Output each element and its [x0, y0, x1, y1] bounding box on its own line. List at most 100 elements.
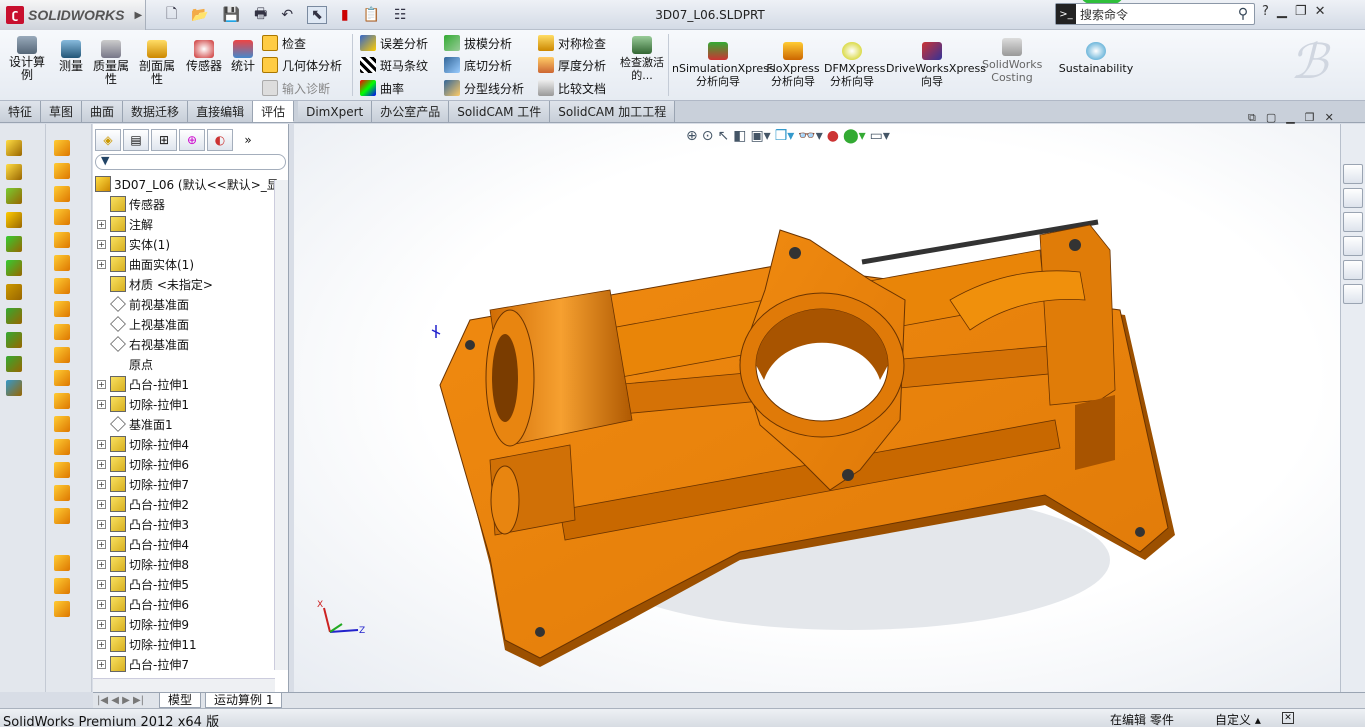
dome-icon[interactable] — [54, 393, 70, 409]
tab-9[interactable]: SolidCAM 加工工程 — [550, 101, 676, 122]
previous-view-icon[interactable]: ↖ — [717, 128, 729, 144]
view-palette-icon[interactable] — [1343, 236, 1363, 256]
tree-item[interactable]: + 切除-拉伸7 — [93, 474, 189, 494]
draft-icon[interactable] — [54, 324, 70, 340]
deviation-analysis-button[interactable]: 误差分析 — [360, 34, 428, 52]
smart-fastener-icon[interactable] — [6, 284, 22, 300]
custom-properties-icon[interactable] — [1343, 284, 1363, 304]
zoom-to-fit-icon[interactable]: ⊕ — [686, 128, 698, 144]
units-selector[interactable]: 自定义 ▴ — [1215, 711, 1261, 727]
floxpress-button[interactable]: FloXpress 分析向导 — [766, 42, 820, 88]
featuremanager-tab-icon[interactable]: ◈ — [95, 129, 121, 151]
search-box[interactable]: >_ 搜索命令 ⚲ — [1055, 3, 1255, 25]
tree-vertical-scrollbar[interactable] — [274, 180, 288, 670]
component-icon[interactable] — [6, 140, 22, 156]
tab-model[interactable]: 模型 — [159, 693, 202, 708]
file-explorer-icon[interactable] — [1343, 212, 1363, 232]
shell-icon[interactable] — [54, 301, 70, 317]
tree-item[interactable]: + 凸台-拉伸4 — [93, 534, 189, 554]
section-properties-button[interactable]: 剖面属性 — [136, 40, 178, 86]
status-toggle-icon[interactable]: ✕ — [1282, 712, 1294, 724]
expand-icon[interactable]: + — [97, 519, 106, 529]
symmetry-check-button[interactable]: 对称检查 — [538, 34, 606, 52]
assembly-icon[interactable] — [6, 260, 22, 276]
curve-icon[interactable] — [6, 356, 22, 372]
tree-item[interactable]: + 切除-拉伸9 — [93, 614, 189, 634]
expand-icon[interactable]: + — [97, 499, 106, 509]
tree-item[interactable]: + 切除-拉伸6 — [93, 454, 189, 474]
tab-6[interactable]: DimXpert — [298, 101, 373, 122]
view-orientation-icon[interactable]: ▣▾ — [750, 128, 770, 144]
check-active-button[interactable]: 检查激活的... — [620, 36, 664, 82]
measure-button[interactable]: 测量 — [56, 40, 86, 73]
hide-show-icon[interactable]: 👓▾ — [798, 128, 822, 144]
print-icon[interactable]: 🖶 — [254, 3, 267, 27]
curvature-button[interactable]: 曲率 — [360, 79, 404, 97]
propertymanager-tab-icon[interactable]: ▤ — [123, 129, 149, 151]
expand-panel-icon[interactable]: » — [235, 129, 261, 151]
expand-icon[interactable]: + — [97, 539, 106, 549]
explode-icon[interactable] — [6, 236, 22, 252]
thickness-analysis-button[interactable]: 厚度分析 — [538, 56, 606, 74]
cascade-icon[interactable]: ▢ — [1266, 111, 1276, 125]
tab-0[interactable]: 特征 — [0, 101, 42, 122]
rebuild-icon[interactable]: ▮ — [341, 7, 349, 23]
tab-8[interactable]: SolidCAM 工件 — [449, 101, 551, 122]
tree-item[interactable]: + 切除-拉伸4 — [93, 434, 189, 454]
expand-icon[interactable]: + — [97, 579, 106, 589]
tab-3[interactable]: 数据迁移 — [123, 101, 189, 122]
move-icon[interactable] — [6, 212, 22, 228]
restore-icon[interactable]: ❐ — [1295, 4, 1307, 19]
design-library-icon[interactable] — [1343, 188, 1363, 208]
doc-close-icon[interactable]: ✕ — [1325, 111, 1334, 125]
options-icon[interactable]: ☷ — [394, 7, 407, 23]
expand-icon[interactable]: + — [97, 379, 106, 389]
tab-7[interactable]: 办公室产品 — [372, 101, 450, 122]
statistics-button[interactable]: 统计 — [228, 40, 258, 73]
tree-item[interactable]: + 凸台-拉伸5 — [93, 574, 189, 594]
scale-icon[interactable] — [54, 508, 70, 524]
expand-icon[interactable]: + — [97, 219, 106, 229]
appearances-icon[interactable] — [1343, 260, 1363, 280]
tree-item[interactable]: 基准面1 — [93, 414, 173, 434]
insert-part-icon[interactable] — [6, 164, 22, 180]
section-view-icon[interactable]: ◧ — [733, 128, 746, 144]
expand-icon[interactable]: + — [97, 619, 106, 629]
flex-icon[interactable] — [54, 462, 70, 478]
tab-scroll-arrows-icon[interactable]: |◀ ◀ ▶ ▶| — [93, 695, 155, 706]
costing-button[interactable]: SolidWorks Costing — [982, 38, 1042, 84]
driveworksxpress-button[interactable]: DriveWorksXpress 向导 — [886, 42, 986, 88]
cut-icon[interactable] — [54, 578, 70, 594]
mirror-icon[interactable] — [54, 416, 70, 432]
revolve-icon[interactable] — [54, 163, 70, 179]
doc-minimize-icon[interactable]: ▁ — [1286, 111, 1294, 125]
tree-item[interactable]: + 曲面实体(1) — [93, 254, 194, 274]
display-style-icon[interactable]: ❒▾ — [775, 128, 795, 144]
tree-item[interactable]: + 凸台-拉伸2 — [93, 494, 189, 514]
tile-icon[interactable]: ⧉ — [1248, 111, 1256, 125]
tree-item[interactable]: + 凸台-拉伸6 — [93, 594, 189, 614]
file-properties-icon[interactable]: 📋 — [363, 7, 380, 23]
loft-icon[interactable] — [54, 209, 70, 225]
check-button[interactable]: 检查 — [262, 34, 306, 52]
tree-item[interactable]: + 注解 — [93, 214, 153, 234]
wrap-icon[interactable] — [54, 370, 70, 386]
zebra-stripes-button[interactable]: 斑马条纹 — [360, 56, 428, 74]
sustainability-button[interactable]: Sustainability — [1058, 42, 1134, 75]
tree-item[interactable]: 原点 — [93, 354, 153, 374]
tree-horizontal-scrollbar[interactable] — [93, 678, 275, 692]
mass-properties-button[interactable]: 质量属性 — [90, 40, 132, 86]
expand-icon[interactable]: + — [97, 559, 106, 569]
filter-input[interactable]: ▼ — [95, 154, 286, 170]
edit-appearance-icon[interactable]: ● — [827, 128, 839, 144]
mate-icon[interactable] — [6, 188, 22, 204]
dimxpert-tab-icon[interactable]: ⊕ — [179, 129, 205, 151]
apply-scene-icon[interactable]: ⬤▾ — [843, 128, 866, 144]
geometry-analysis-button[interactable]: 几何体分析 — [262, 56, 342, 74]
fillet-icon[interactable] — [54, 232, 70, 248]
tree-item[interactable]: 右视基准面 — [93, 334, 189, 354]
open-icon[interactable]: 📂 — [191, 7, 208, 23]
chamfer-icon[interactable] — [54, 255, 70, 271]
tree-item[interactable]: + 凸台-拉伸7 — [93, 654, 189, 674]
expand-icon[interactable]: + — [97, 659, 106, 669]
